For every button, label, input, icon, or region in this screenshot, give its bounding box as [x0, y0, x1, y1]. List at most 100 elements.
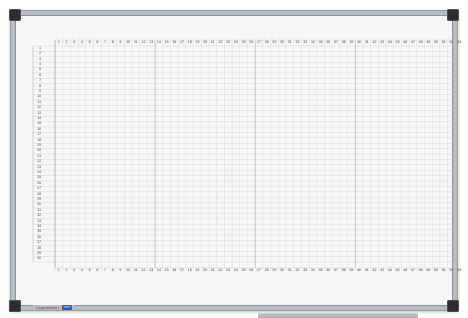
scene: 1 1 2 2 3 3 4 4 5 5 6 6 7 7 8 8 9 9 10 10 11 11 12 12 13 13 14 14 15…	[0, 0, 468, 318]
column-footer: 3	[73, 268, 76, 272]
column-footer: 50	[434, 268, 439, 272]
column-header: 52	[449, 40, 454, 44]
column-footer: 12	[141, 268, 146, 272]
column-footer: 5	[88, 268, 91, 272]
column-footer: 29	[272, 268, 277, 272]
column-header: 1	[57, 40, 60, 44]
column-header: 6	[96, 40, 99, 44]
column-footer: 27	[256, 268, 261, 272]
column-footer: 20	[203, 268, 208, 272]
column-header: 7	[104, 40, 107, 44]
column-header: 3	[73, 40, 76, 44]
column-header: 12	[141, 40, 146, 44]
column-footer: 45	[395, 268, 400, 272]
column-footer: 26	[249, 268, 254, 272]
column-header: 25	[241, 40, 246, 44]
column-footer: 49	[426, 268, 431, 272]
column-header: 15	[164, 40, 169, 44]
column-footer: 8	[111, 268, 114, 272]
column-header: 20	[203, 40, 208, 44]
row-number: 40	[37, 256, 41, 261]
column-footer: 38	[341, 268, 346, 272]
column-header: 46	[403, 40, 408, 44]
column-header: 14	[156, 40, 161, 44]
column-header: 17	[180, 40, 184, 44]
column-header: 53	[457, 40, 462, 44]
column-header: 35	[318, 40, 323, 44]
column-header: 50	[434, 40, 439, 44]
column-footer: 41	[364, 268, 369, 272]
grid-lines	[32, 36, 453, 272]
year-planner-grid: 1 1 2 2 3 3 4 4 5 5 6 6 7 7 8 8 9 9 10 10 11 11 12 12 13 13 14 14 15…	[15, 15, 461, 306]
column-header: 48	[418, 40, 423, 44]
column-footer: 7	[104, 268, 107, 272]
column-header: 28	[264, 40, 269, 44]
column-footer: 40	[357, 268, 362, 272]
column-footer: 22	[218, 268, 223, 272]
column-footer: 10	[126, 268, 131, 272]
column-header: 45	[395, 40, 400, 44]
column-header: 40	[357, 40, 362, 44]
column-footer: 24	[233, 268, 238, 272]
column-footer: 21	[210, 268, 215, 272]
column-footer: 11	[133, 268, 138, 272]
column-footer: 28	[264, 268, 269, 272]
column-footer: 46	[403, 268, 408, 272]
column-header: 30	[280, 40, 285, 44]
column-header: 31	[287, 40, 292, 44]
column-footer: 25	[241, 268, 246, 272]
column-footer: 51	[441, 268, 446, 272]
column-header: 39	[349, 40, 354, 44]
column-header: 27	[256, 40, 261, 44]
column-footer: 35	[318, 268, 323, 272]
column-footer: 42	[372, 268, 377, 272]
column-header: 9	[119, 40, 122, 44]
column-footer: 48	[418, 268, 423, 272]
column-header: 13	[149, 40, 154, 44]
column-header: 33	[303, 40, 308, 44]
column-footer: 30	[280, 268, 285, 272]
column-header: 24	[233, 40, 238, 44]
whiteboard-planner: 1 1 2 2 3 3 4 4 5 5 6 6 7 7 8 8 9 9 10 10 11 11 12 12 13 13 14 14 15…	[9, 9, 461, 312]
column-footer: 36	[326, 268, 331, 272]
column-footer: 47	[410, 268, 415, 272]
column-header: 22	[218, 40, 223, 44]
column-header: 43	[380, 40, 385, 44]
column-header: 5	[88, 40, 91, 44]
column-header: 8	[111, 40, 114, 44]
column-footer: 18	[187, 268, 192, 272]
column-footer: 17	[180, 268, 184, 272]
column-footer: 14	[156, 268, 161, 272]
column-footer: 52	[449, 268, 454, 272]
column-header: 11	[133, 40, 138, 44]
column-header: 2	[65, 40, 68, 44]
column-header: 38	[341, 40, 346, 44]
column-header: 18	[187, 40, 192, 44]
brand-name: Legamaster	[36, 304, 60, 310]
column-footer: 19	[195, 268, 200, 272]
column-header: 36	[326, 40, 331, 44]
column-header: 42	[372, 40, 377, 44]
column-header: 10	[126, 40, 131, 44]
column-header: 19	[195, 40, 200, 44]
column-footer: 44	[387, 268, 392, 272]
column-footer: 43	[380, 268, 385, 272]
column-header: 49	[426, 40, 431, 44]
column-header: 26	[249, 40, 254, 44]
brand-badge: PRO	[62, 305, 73, 310]
column-header: 37	[333, 40, 338, 44]
column-footer: 2	[65, 268, 68, 272]
column-footer: 31	[287, 268, 292, 272]
marker-tray	[258, 313, 418, 318]
brand-logo: Legamaster PRO	[33, 304, 76, 310]
column-header: 29	[272, 40, 277, 44]
column-footer: 1	[57, 268, 60, 272]
column-header: 34	[310, 40, 315, 44]
column-header: 44	[387, 40, 392, 44]
column-footer: 32	[295, 268, 300, 272]
column-header: 51	[441, 40, 446, 44]
column-footer: 23	[226, 268, 231, 272]
column-footer: 9	[119, 268, 122, 272]
column-footer: 33	[303, 268, 308, 272]
column-header: 32	[295, 40, 300, 44]
